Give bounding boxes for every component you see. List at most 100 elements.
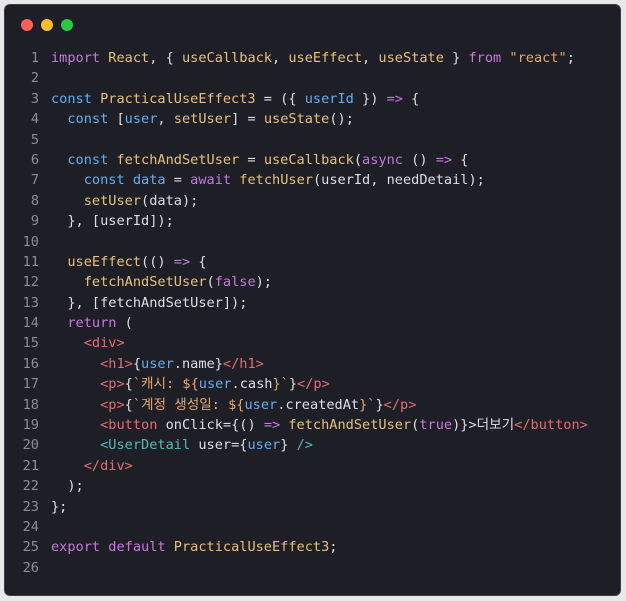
code-token: const (67, 151, 109, 168)
code-token: { (452, 151, 469, 168)
code-token: => (263, 417, 281, 434)
code-token: { (124, 396, 133, 413)
code-token: <p> (100, 376, 125, 393)
code-token: import (51, 50, 101, 66)
code-token: PracticalUseEffect3 (100, 90, 256, 107)
code-line: 15 <div> (5, 333, 620, 353)
code-line: 24 (5, 517, 620, 537)
code-token: { (124, 376, 133, 393)
code-token: (); (329, 111, 354, 128)
code-token: } (375, 396, 384, 413)
code-text: const [user, setUser] = useState(); (51, 109, 354, 129)
code-token: `계정 생성일: ${ (132, 396, 245, 413)
code-token: true (419, 417, 453, 434)
code-token: return (67, 315, 117, 332)
code-window: 1 import React, { useCallback, useEffect,… (4, 4, 621, 596)
code-token: user (124, 111, 158, 128)
code-token: ] = (231, 111, 264, 128)
close-window-button[interactable] (21, 19, 33, 31)
code-token: </h1> (222, 355, 264, 372)
code-token: ; (329, 539, 338, 556)
code-text: }, [fetchAndSetUser]); (51, 293, 247, 313)
code-token: cash (239, 376, 273, 393)
minimize-window-button[interactable] (41, 19, 53, 31)
code-line: 12 fetchAndSetUser(false); (5, 272, 620, 292)
code-line: 22 ); (5, 476, 620, 496)
code-token: <p> (100, 396, 125, 413)
code-token: }; (51, 498, 68, 515)
code-token: fetchAndSetUser (83, 274, 207, 291)
code-token: export (51, 539, 101, 556)
code-token: ]); (149, 213, 174, 230)
code-token: userId (100, 213, 150, 230)
code-text: }; (51, 497, 67, 517)
line-number: 15 (22, 335, 39, 352)
code-token: useState (378, 50, 444, 66)
code-text: }, [userId]); (51, 211, 174, 231)
code-token: => (386, 90, 403, 107)
code-text: const data = await fetchUser(userId, nee… (51, 170, 485, 190)
code-line: 20 <UserDetail user={user} /> (5, 435, 620, 455)
code-token: ]); (222, 294, 248, 311)
line-number: 13 (22, 294, 39, 311)
code-text: export default PracticalUseEffect3; (51, 537, 337, 557)
code-token: ( (141, 192, 150, 209)
code-token: name (181, 355, 215, 372)
code-text: setUser(data); (51, 191, 199, 211)
code-token: { (190, 253, 207, 270)
code-token: } (288, 376, 298, 393)
code-line: 16 <h1>{user.name}</h1> (5, 354, 620, 374)
code-token: , { (149, 50, 182, 66)
line-number: 23 (22, 498, 39, 515)
line-number: 12 (22, 274, 39, 291)
code-token: </button> (514, 417, 588, 434)
code-token: => (435, 151, 453, 168)
code-token: needDetail (386, 172, 469, 189)
code-token: createdAt (285, 396, 360, 413)
line-number: 26 (22, 559, 39, 576)
code-text: <div> (51, 333, 125, 353)
code-token: }` (359, 396, 376, 413)
code-token: <div> (83, 335, 125, 352)
line-number: 8 (30, 192, 39, 209)
code-token: = (165, 172, 191, 189)
line-number: 4 (30, 111, 39, 128)
code-text: <p>{`캐시: ${user.cash}`}</p> (51, 374, 330, 394)
code-token: user (247, 437, 281, 454)
maximize-window-button[interactable] (61, 19, 73, 31)
code-token: , (272, 50, 289, 66)
code-token: PracticalUseEffect3 (173, 539, 330, 556)
code-line: 25 export default PracticalUseEffect3; (5, 537, 620, 557)
code-line: 9 }, [userId]); (5, 211, 620, 231)
code-token: } (214, 355, 223, 372)
code-token: /> (296, 437, 313, 454)
code-line: 19 <button onClick={() => fetchAndSetUse… (5, 415, 620, 435)
line-number: 24 (22, 518, 39, 535)
code-token: data (132, 172, 166, 189)
code-token: } (280, 437, 297, 454)
code-text: <p>{`계정 생성일: ${user.createdAt}`}</p> (51, 395, 416, 415)
code-line: 21 </div> (5, 456, 620, 476)
code-token: ; (566, 50, 575, 66)
code-token: userId (321, 172, 371, 189)
code-token: </p> (383, 396, 417, 413)
line-number: 6 (30, 151, 39, 168)
line-number: 1 (30, 50, 39, 66)
code-token: () (402, 151, 436, 168)
code-text: import React, { useCallback, useEffect, … (51, 48, 575, 68)
code-token: { (402, 90, 420, 107)
code-token: `캐시: ${ (132, 376, 199, 393)
code-token: setUser (83, 192, 142, 209)
code-token: const (67, 111, 109, 128)
code-token: )}> (452, 417, 477, 434)
code-token: false (214, 274, 256, 291)
code-token: . (173, 355, 182, 372)
